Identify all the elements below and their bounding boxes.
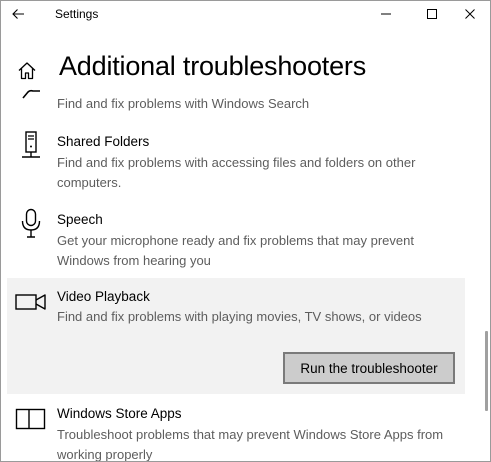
microphone-icon [15,208,47,240]
home-button[interactable] [15,59,39,83]
server-icon [15,131,47,163]
maximize-icon [427,9,437,19]
back-button[interactable] [1,1,35,27]
list-item-search[interactable]: Find and fix problems with Windows Searc… [7,87,465,119]
item-title: Shared Folders [57,134,150,149]
title-bar: Settings [1,1,490,27]
minimize-button[interactable] [363,1,409,27]
page-title: Additional troubleshooters [59,51,367,81]
run-troubleshooter-button[interactable]: Run the troubleshooter [283,352,455,384]
item-description: Find and fix problems with accessing fil… [57,155,416,190]
list-item-shared-folders[interactable]: Shared Folders Find and fix problems wit… [7,125,465,195]
list-item-video-playback[interactable]: Video Playback Find and fix problems wit… [7,278,465,394]
settings-window: Settings Additional troubleshooters Find… [0,0,491,462]
minimize-icon [381,13,391,15]
item-title: Windows Store Apps [57,406,182,421]
scrollbar-thumb[interactable] [485,331,488,411]
list-item-windows-store-apps[interactable]: Windows Store Apps Troubleshoot problems… [7,399,465,461]
item-title: Video Playback [57,289,150,304]
list-item-speech[interactable]: Speech Get your microphone ready and fix… [7,202,465,272]
home-icon [18,62,36,80]
store-apps-icon [15,408,47,440]
search-icon [15,87,47,101]
video-camera-icon [15,292,47,324]
item-description: Troubleshoot problems that may prevent W… [57,427,444,462]
item-title: Speech [57,212,103,227]
back-arrow-icon [12,9,24,19]
item-description: Get your microphone ready and fix proble… [57,233,414,268]
close-icon [465,9,475,19]
item-description: Find and fix problems with playing movie… [57,309,422,324]
close-button[interactable] [447,1,490,27]
item-description: Find and fix problems with Windows Searc… [57,96,310,111]
window-title: Settings [55,7,99,21]
